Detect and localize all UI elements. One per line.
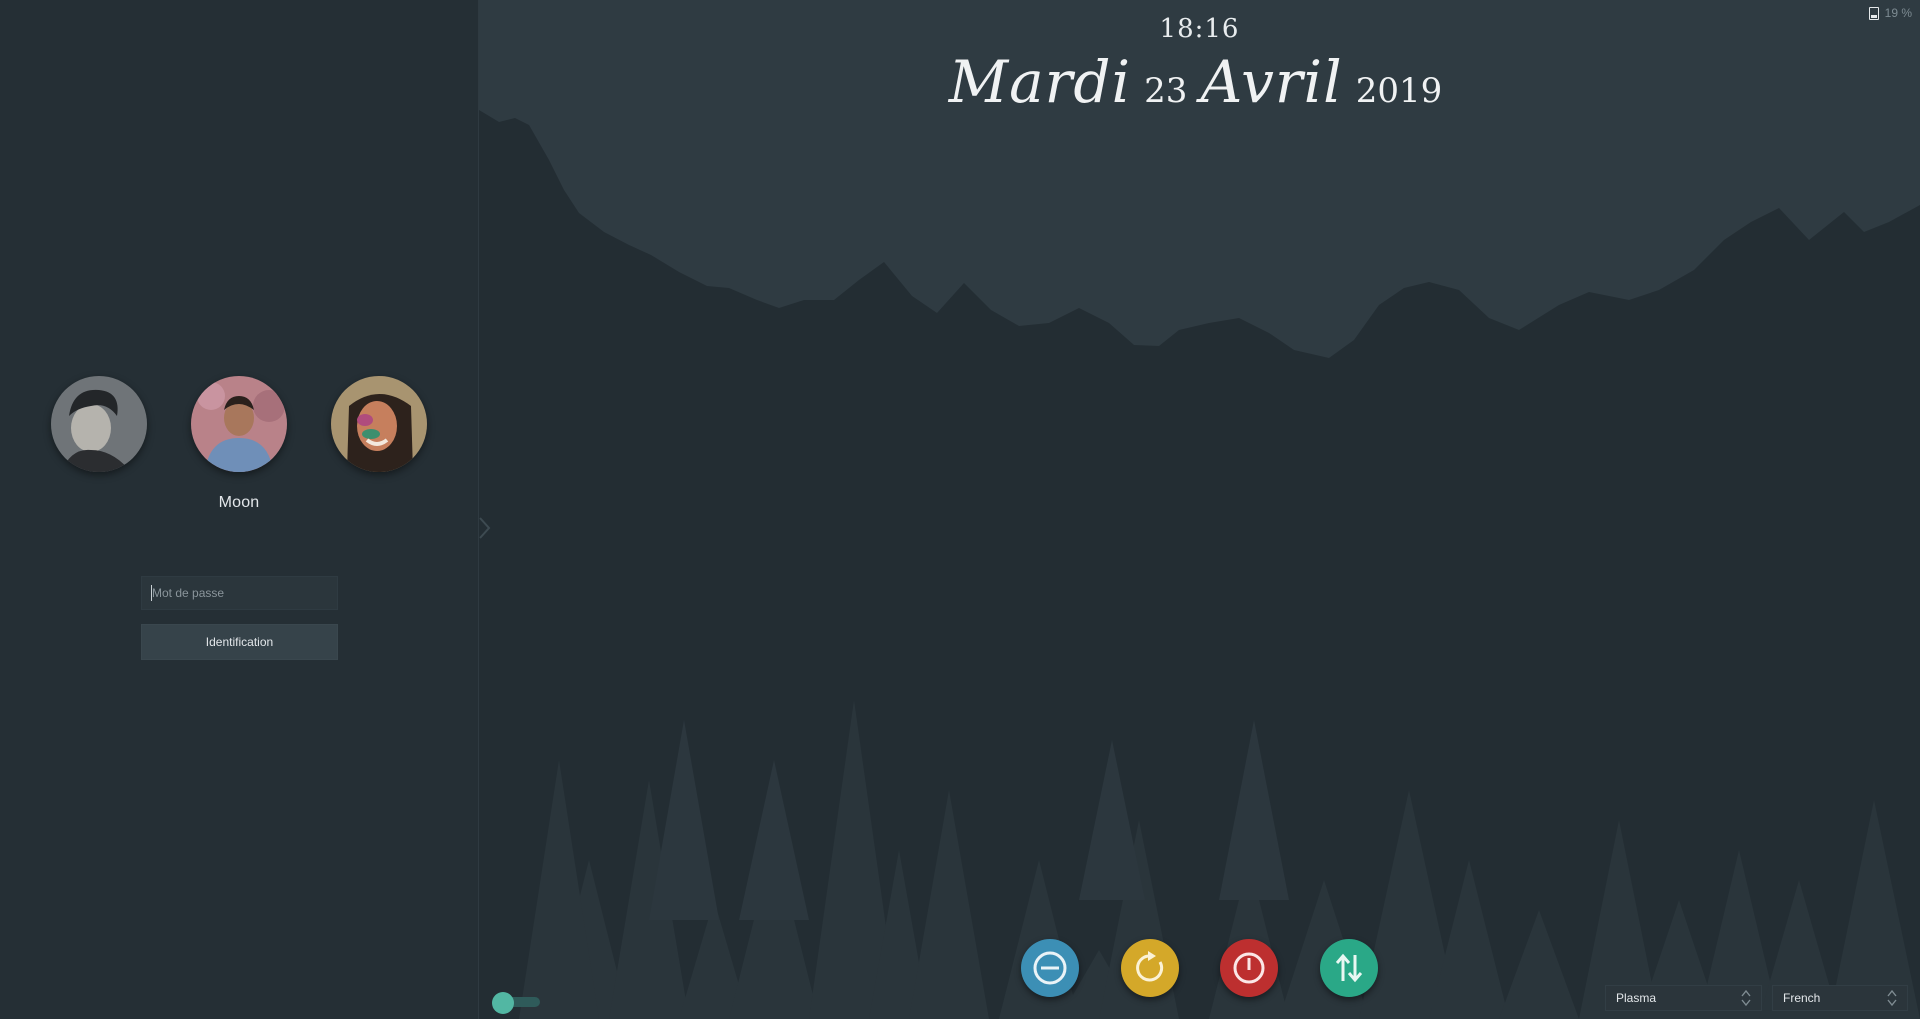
date-month: Avril xyxy=(1200,48,1343,116)
switch-user-button[interactable] xyxy=(1320,939,1378,997)
arrows-updown-icon xyxy=(1335,953,1363,983)
chevron-updown-icon xyxy=(1887,989,1897,1007)
user-avatar-3[interactable] xyxy=(331,376,427,472)
language-select-value: French xyxy=(1783,991,1821,1005)
clock-time: 18:16 xyxy=(1159,14,1240,44)
user-avatar-moon[interactable] xyxy=(191,376,287,472)
power-icon xyxy=(1233,952,1265,984)
password-input[interactable] xyxy=(141,576,338,610)
text-caret xyxy=(151,585,152,601)
selected-user-name: Moon xyxy=(218,494,260,511)
date-display: Mardi 23 Avril 2019 xyxy=(479,48,1920,116)
user-avatar-1[interactable] xyxy=(51,376,147,472)
date-day: Mardi xyxy=(948,48,1132,116)
panel-collapse-arrow-icon[interactable] xyxy=(479,516,491,540)
login-button[interactable]: Identification xyxy=(141,624,338,660)
shutdown-button[interactable] xyxy=(1220,939,1278,997)
avatar-woman-painted-face xyxy=(331,376,427,472)
minus-circle-icon xyxy=(1033,951,1067,985)
avatar-man-blue-shirt xyxy=(191,376,287,472)
session-select[interactable]: Plasma xyxy=(1605,985,1762,1011)
date-number: 23 xyxy=(1144,71,1188,111)
reboot-button[interactable] xyxy=(1121,939,1179,997)
login-panel: Moon Identification xyxy=(0,0,479,1019)
toggle-knob xyxy=(492,992,514,1014)
session-select-value: Plasma xyxy=(1616,991,1657,1005)
virtual-keyboard-toggle[interactable] xyxy=(492,992,548,1014)
login-button-label: Identification xyxy=(205,635,274,649)
refresh-icon xyxy=(1136,951,1164,982)
mountain-forest-wallpaper xyxy=(479,0,1920,1019)
language-select[interactable]: French xyxy=(1772,985,1908,1011)
avatar-man-dark-hair xyxy=(51,376,147,472)
date-year: 2019 xyxy=(1355,71,1443,111)
suspend-button[interactable] xyxy=(1021,939,1079,997)
chevron-updown-icon xyxy=(1741,989,1751,1007)
